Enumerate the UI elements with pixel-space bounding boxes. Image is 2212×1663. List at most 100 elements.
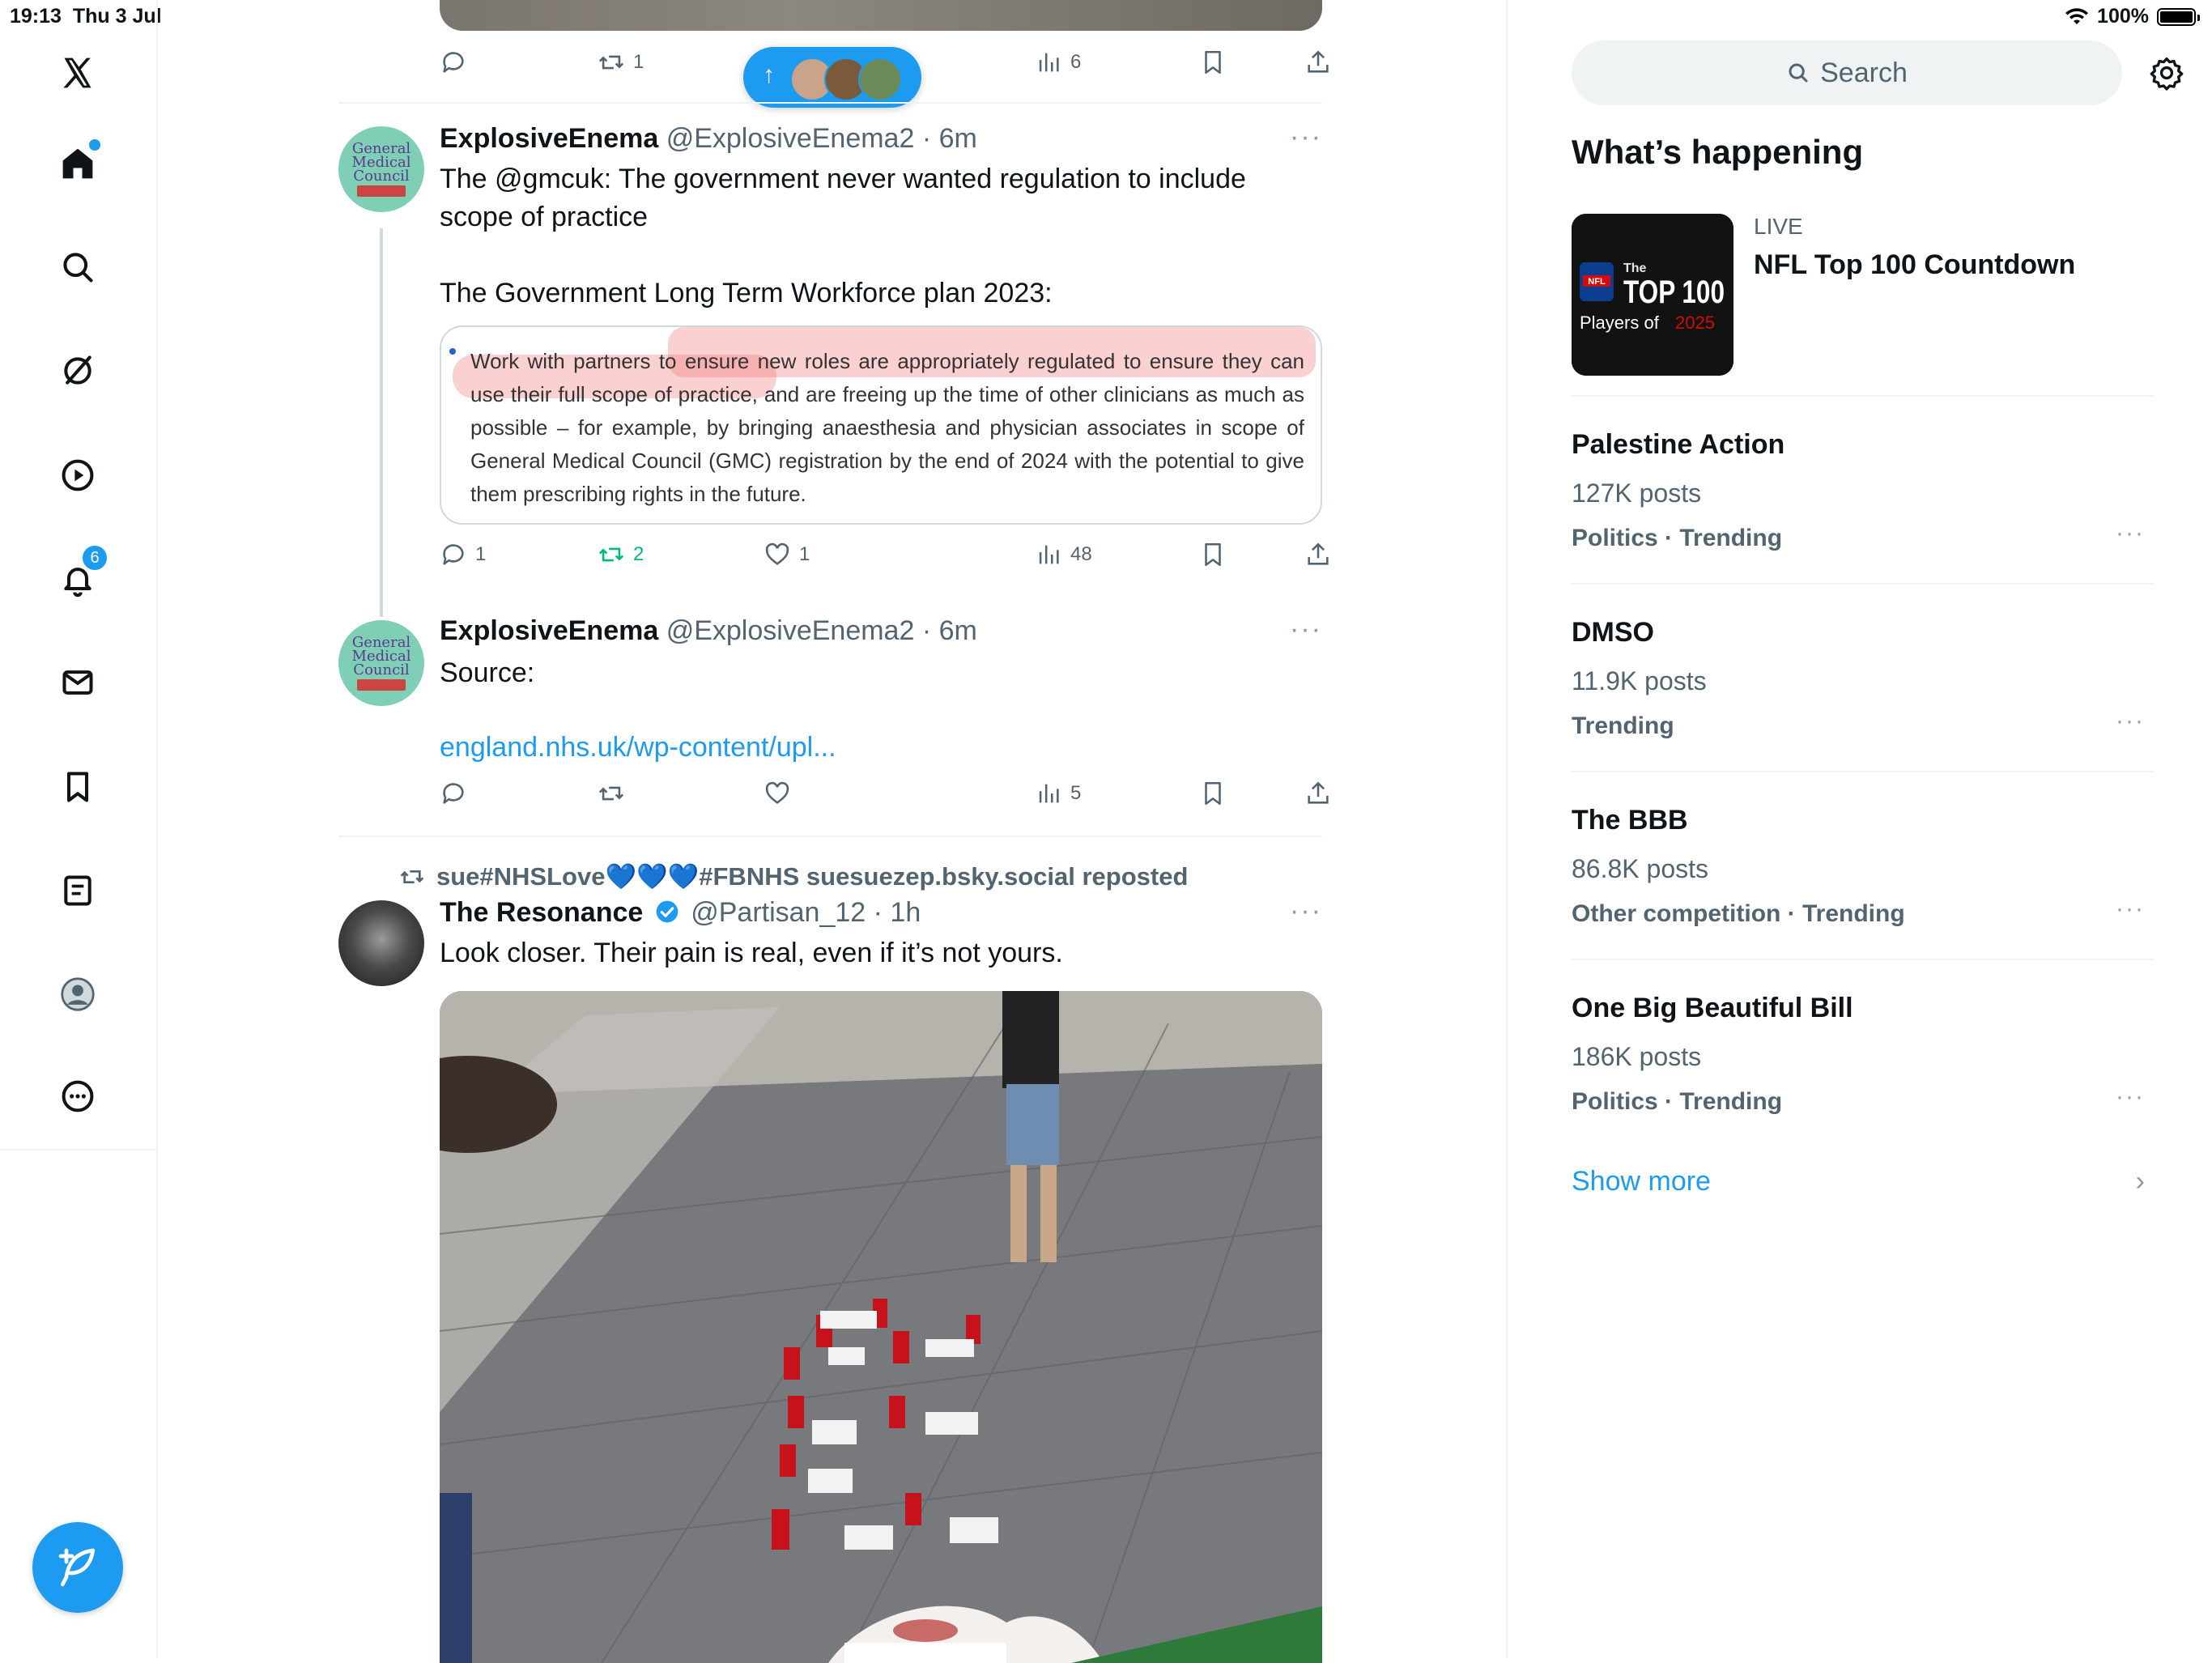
- repost-context[interactable]: sue#NHSLove💙💙💙#FBNHS suesuezep.bsky.soci…: [399, 861, 1188, 891]
- settings-gear-icon[interactable]: [2149, 55, 2184, 91]
- verified-badge-icon: [656, 900, 678, 923]
- views-chart-icon: [1039, 784, 1059, 803]
- left-navigation: 6: [0, 0, 158, 1658]
- tweet-header: ExplosiveEnema @ExplosiveEnema2 · 6m: [440, 615, 977, 647]
- tweet-text: Source:: [440, 657, 535, 688]
- tweet-actions: 5: [440, 780, 1329, 812]
- tweet-divider: [338, 836, 1322, 837]
- messages-envelope-icon[interactable]: [50, 655, 105, 710]
- right-sidebar: Search What’s happening NFL The TOP 100 …: [1506, 0, 2212, 1658]
- views-count: 6: [1070, 51, 1082, 73]
- retweet-count: 1: [633, 51, 644, 73]
- x-logo-icon[interactable]: [50, 45, 105, 100]
- bullet-icon: [449, 348, 456, 355]
- reposted-by-label: sue#NHSLove💙💙💙#FBNHS suesuezep.bsky.soci…: [436, 862, 1189, 891]
- home-icon[interactable]: [50, 136, 105, 191]
- author-handle-time[interactable]: @ExplosiveEnema2 · 6m: [666, 615, 977, 646]
- reply-button[interactable]: 1: [440, 541, 486, 568]
- retweet-button[interactable]: [598, 780, 625, 807]
- bookmark-icon[interactable]: [50, 759, 105, 814]
- views-button[interactable]: 5: [1035, 780, 1081, 807]
- bookmark-button[interactable]: [1199, 541, 1227, 568]
- avatar[interactable]: General Medical Council: [338, 126, 424, 212]
- avatar[interactable]: General Medical Council: [338, 620, 424, 706]
- trend-category: Politics · Trending: [1572, 525, 1783, 551]
- more-options-icon[interactable]: [50, 1069, 105, 1124]
- tweet-header: The Resonance @Partisan_12 · 1h: [440, 897, 921, 929]
- nav-divider: [0, 1149, 156, 1150]
- compose-post-button[interactable]: [32, 1522, 123, 1613]
- tweet-text-line: The @gmcuk: The government never wanted …: [440, 164, 1246, 194]
- retweet-icon: [598, 547, 624, 562]
- grok-icon[interactable]: [50, 343, 105, 398]
- lists-icon[interactable]: [50, 863, 105, 918]
- event-thumbnail: NFL The TOP 100 Players of 2025: [1572, 214, 1733, 376]
- live-event-title: NFL Top 100 Countdown: [1754, 249, 2076, 280]
- live-event-card[interactable]: NFL The TOP 100 Players of 2025 LIVE NFL…: [1572, 214, 2155, 376]
- trend-item[interactable]: One Big Beautiful Bill 186K posts Politi…: [1572, 993, 2155, 1116]
- tweet-image[interactable]: Work with partners to ensure new roles a…: [440, 325, 1322, 525]
- svg-text:NFL: NFL: [1588, 277, 1606, 287]
- previous-tweet-media[interactable]: [440, 0, 1322, 31]
- reply-icon: [443, 783, 464, 804]
- svg-text:TOP 100: TOP 100: [1623, 274, 1725, 310]
- show-more-label: Show more: [1572, 1166, 1711, 1197]
- reply-button[interactable]: [440, 49, 467, 76]
- reply-icon: [443, 52, 464, 73]
- more-icon[interactable]: ···: [1290, 614, 1322, 645]
- trend-item[interactable]: The BBB 86.8K posts Other competition · …: [1572, 805, 2155, 928]
- tweet-text-line: The Government Long Term Workforce plan …: [440, 278, 1053, 308]
- profile-avatar-icon[interactable]: [50, 967, 105, 1022]
- trend-more-icon[interactable]: ···: [2116, 520, 2145, 547]
- video-play-icon[interactable]: [50, 448, 105, 503]
- reply-button[interactable]: [440, 780, 467, 807]
- more-icon[interactable]: ···: [1290, 121, 1322, 153]
- share-button[interactable]: [1304, 49, 1332, 76]
- trend-category: Trending: [1572, 712, 1674, 739]
- trend-more-icon[interactable]: ···: [2116, 708, 2145, 735]
- trend-item[interactable]: DMSO 11.9K posts Trending ···: [1572, 617, 2155, 740]
- trend-item[interactable]: Palestine Action 127K posts Politics · T…: [1572, 429, 2155, 552]
- svg-text:Players of: Players of: [1580, 313, 1660, 333]
- bookmark-button[interactable]: [1199, 780, 1227, 807]
- trend-divider: [1572, 959, 2155, 960]
- avatar[interactable]: [338, 900, 424, 986]
- trend-post-count: 11.9K posts: [1572, 666, 1707, 695]
- show-more-link[interactable]: Show more ›: [1572, 1166, 2155, 1197]
- trend-more-icon[interactable]: ···: [2116, 1083, 2145, 1111]
- retweet-button[interactable]: 1: [598, 49, 644, 76]
- new-post-avatar: [858, 57, 902, 101]
- search-input[interactable]: Search: [1572, 40, 2122, 105]
- author-handle-time[interactable]: @Partisan_12 · 1h: [691, 897, 921, 928]
- heart-icon: [765, 781, 789, 804]
- author-name[interactable]: ExplosiveEnema: [440, 615, 658, 646]
- views-button[interactable]: 6: [1035, 49, 1081, 76]
- views-button[interactable]: 48: [1035, 541, 1092, 568]
- timeline-feed[interactable]: 1 6 ↑ General Medical Council ExplosiveE…: [338, 0, 1329, 1663]
- arrow-up-icon: ↑: [763, 62, 775, 88]
- bookmark-icon: [1205, 50, 1221, 74]
- like-button[interactable]: 1: [764, 541, 810, 568]
- more-icon[interactable]: ···: [1290, 895, 1322, 927]
- share-button[interactable]: [1304, 780, 1332, 807]
- share-button[interactable]: [1304, 541, 1332, 568]
- trend-more-icon[interactable]: ···: [2116, 895, 2145, 923]
- avatar-stamp: [357, 679, 406, 691]
- section-heading: What’s happening: [1572, 133, 1864, 171]
- author-name[interactable]: ExplosiveEnema: [440, 123, 658, 154]
- like-button[interactable]: [764, 780, 791, 807]
- trend-divider: [1572, 395, 2155, 397]
- notifications-bell-icon[interactable]: 6: [50, 544, 108, 607]
- new-posts-pill[interactable]: ↑: [743, 47, 921, 108]
- svg-text:2025: 2025: [1675, 313, 1715, 333]
- bookmark-button[interactable]: [1199, 49, 1227, 76]
- author-name[interactable]: The Resonance: [440, 897, 643, 928]
- live-label: LIVE: [1754, 214, 1803, 239]
- tweet-header: ExplosiveEnema @ExplosiveEnema2 · 6m: [440, 123, 977, 155]
- tweet-link[interactable]: england.nhs.uk/wp-content/upl...: [440, 732, 836, 763]
- author-handle-time[interactable]: @ExplosiveEnema2 · 6m: [666, 123, 977, 154]
- retweet-button[interactable]: 2: [598, 541, 644, 568]
- tweet-video[interactable]: [440, 991, 1322, 1663]
- views-chart-icon: [1039, 53, 1059, 72]
- search-icon[interactable]: [50, 240, 105, 295]
